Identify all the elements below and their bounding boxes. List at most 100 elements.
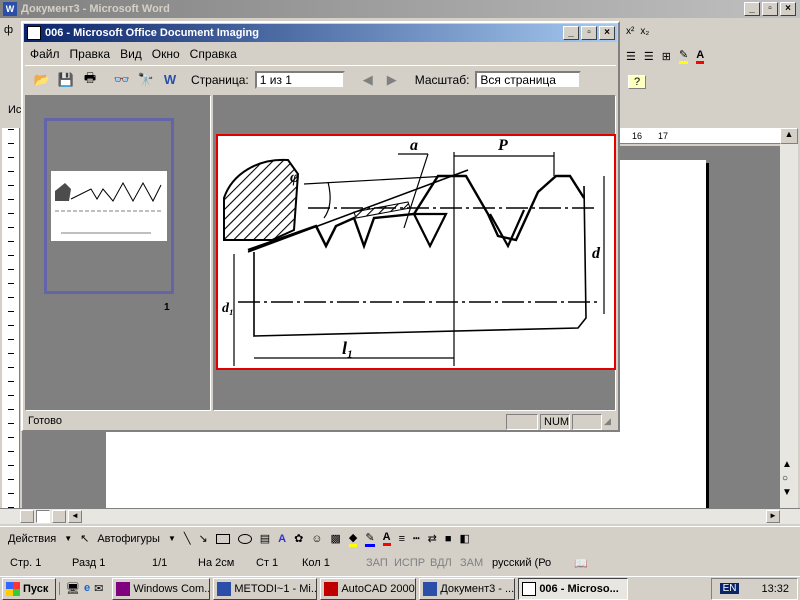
word-title: Документ3 - Microsoft Word [21, 3, 170, 15]
open-icon[interactable]: 📂 [31, 69, 53, 91]
3d-icon[interactable]: ◧ [459, 532, 469, 545]
menu-help[interactable]: Справка [185, 47, 242, 61]
next-page-button[interactable]: ▶ [381, 69, 403, 91]
status-ovr: ЗАМ [460, 557, 484, 569]
oval-icon[interactable] [237, 533, 252, 544]
font-color-icon[interactable]: A [696, 49, 705, 64]
line-style-icon[interactable]: ≡ [399, 533, 405, 545]
word-icon-2 [423, 581, 438, 596]
textbox-icon[interactable]: ▤ [260, 532, 270, 545]
label-a: a [410, 137, 418, 154]
status-cell-empty-2 [572, 414, 602, 430]
menu-window[interactable]: Окно [147, 47, 185, 61]
wordart-icon[interactable]: A [278, 533, 286, 545]
word-close-button[interactable]: × [780, 2, 796, 16]
word-icon [217, 581, 232, 596]
imaging-maximize-button[interactable]: ▫ [581, 26, 597, 40]
horizontal-ruler: 16 17 [620, 128, 780, 144]
ie-icon[interactable]: e [84, 582, 90, 595]
imaging-app-icon [27, 26, 41, 40]
imaging-minimize-button[interactable]: _ [563, 26, 579, 40]
menu-edit[interactable]: Правка [65, 47, 116, 61]
scroll-left-button[interactable]: ◄ [68, 510, 82, 523]
language-indicator[interactable]: EN [719, 583, 740, 594]
fill-color-icon[interactable]: ◆ [348, 531, 358, 547]
line-color-icon[interactable]: ✎ [365, 531, 375, 547]
word-menu-fragment[interactable]: ф [4, 24, 13, 36]
word-minimize-button[interactable]: _ [744, 2, 760, 16]
task-metodi[interactable]: METODI~1 - Mi... [213, 577, 318, 600]
help-icon[interactable]: ? [628, 75, 646, 89]
picture-icon[interactable]: ▩ [331, 532, 341, 545]
superscript-button[interactable]: x² [626, 26, 634, 37]
page-label: Страница: [191, 72, 249, 87]
imaging-close-button[interactable]: × [599, 26, 615, 40]
start-button[interactable]: Пуск [2, 577, 56, 600]
subscript-button[interactable]: x₂ [640, 26, 649, 37]
word-vertical-scrollbar[interactable]: ▲ ▲ ○ ▼ [780, 128, 798, 508]
previous-page-button[interactable]: ◀ [357, 69, 379, 91]
task-document3[interactable]: Документ3 - ... [419, 577, 516, 600]
select-pointer-icon[interactable]: ↖ [80, 532, 89, 545]
page-image-frame[interactable]: a P φ d d₁ l₁ [216, 134, 616, 370]
word-maximize-button[interactable]: ▫ [762, 2, 778, 16]
clipart-icon[interactable]: ☺ [311, 533, 322, 545]
indent-icon[interactable]: ☰ [626, 50, 636, 63]
status-lang: русский (Ро [492, 557, 552, 569]
actions-menu[interactable]: Действия [8, 533, 56, 545]
arrow-style-icon[interactable]: ⇄ [428, 532, 437, 545]
size-grip-icon[interactable]: ◢ [604, 416, 616, 428]
label-phi: φ [290, 169, 299, 186]
send-to-word-icon[interactable]: W [159, 69, 181, 91]
imaging-menubar: Файл Правка Вид Окно Справка [25, 45, 242, 63]
dash-style-icon[interactable]: ┅ [413, 532, 420, 545]
status-section: Разд 1 [72, 557, 106, 569]
zoom-label: Масштаб: [414, 72, 470, 87]
task-windows-commander[interactable]: Windows Com... [112, 577, 211, 600]
diagram-icon[interactable]: ✿ [294, 532, 303, 545]
clock[interactable]: 13:32 [747, 583, 789, 595]
spelling-status-icon: 📖 [574, 557, 588, 570]
highlight-icon[interactable]: ✎ [678, 48, 689, 64]
vertical-ruler [2, 128, 20, 508]
word-toolbar-3: ? [620, 70, 800, 94]
text-color-icon[interactable]: A [382, 531, 391, 546]
status-line: Ст 1 [256, 557, 279, 569]
imaging-title: 006 - Microsoft Office Document Imaging [45, 27, 259, 39]
status-ready: Готово [28, 415, 62, 427]
task-autocad[interactable]: AutoCAD 2000 [320, 577, 417, 600]
status-page: Стр. 1 [10, 557, 42, 569]
word-app-icon: W [3, 2, 17, 16]
menu-view[interactable]: Вид [115, 47, 147, 61]
status-col: Кол 1 [302, 557, 330, 569]
menu-file[interactable]: Файл [25, 47, 65, 61]
imaging-window: 006 - Microsoft Office Document Imaging … [21, 21, 620, 432]
arrow-icon[interactable]: ↘ [198, 532, 207, 545]
label-p: P [497, 137, 508, 154]
save-icon[interactable]: 💾 [55, 69, 77, 91]
outlook-icon[interactable]: ✉ [94, 582, 103, 595]
page-input[interactable]: 1 из 1 [254, 70, 345, 89]
thumbnail-pane: 1 [25, 95, 211, 411]
line-icon[interactable]: ╲ [184, 532, 191, 545]
scroll-right-button[interactable]: ► [766, 510, 780, 523]
view-layout-icon[interactable] [36, 510, 50, 523]
zoom-select[interactable]: Вся страница [475, 70, 582, 89]
status-trk: ИСПР [394, 557, 426, 569]
autoshapes-menu[interactable]: Автофигуры [97, 533, 160, 545]
windows-commander-icon [116, 581, 131, 596]
rectangle-icon[interactable] [215, 533, 230, 544]
print-icon[interactable]: 🖶 [79, 69, 101, 91]
ocr-icon[interactable]: 👓 [111, 69, 133, 91]
border-icon[interactable]: ⊞ [662, 50, 671, 63]
word-toolbar-2: ☰ ☰ ⊞ ✎ A [620, 44, 800, 68]
shadow-icon[interactable]: ■ [445, 533, 452, 545]
find-icon[interactable]: 🔭 [135, 69, 157, 91]
view-outline-icon[interactable] [52, 510, 66, 523]
status-ext: ВДЛ [430, 557, 452, 569]
outdent-icon[interactable]: ☰ [644, 50, 654, 63]
view-normal-icon[interactable] [20, 510, 34, 523]
desktop-icon[interactable]: 🖥 [66, 582, 80, 595]
thumbnail-page[interactable] [44, 118, 174, 294]
task-imaging[interactable]: 006 - Microso... [518, 577, 629, 600]
